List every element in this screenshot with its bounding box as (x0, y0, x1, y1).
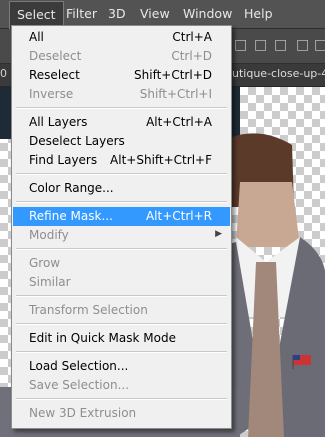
menu-item-shortcut: Alt+Ctrl+R (145, 209, 212, 223)
menu-item-label: Deselect Layers (29, 134, 125, 148)
menu-separator (16, 201, 227, 203)
menu-separator (16, 398, 227, 400)
menu-separator (16, 248, 227, 250)
menu-item-color-range[interactable]: Color Range... (13, 179, 230, 198)
menu-view[interactable]: View (133, 0, 177, 28)
menu-help[interactable]: Help (237, 0, 280, 28)
distribute-icon[interactable]: □ (296, 37, 309, 53)
menu-item-new-3d-extrusion: New 3D Extrusion (13, 404, 230, 423)
menu-item-label: All Layers (29, 115, 88, 129)
menu-item-label: Save Selection... (29, 378, 130, 392)
select-dropdown-menu: All Ctrl+A Deselect Ctrl+D Reselect Shif… (11, 25, 232, 429)
menu-item-label: Deselect (29, 49, 82, 63)
menu-item-label: Grow (29, 256, 61, 270)
menu-filter[interactable]: Filter (59, 0, 104, 28)
menu-separator (16, 107, 227, 109)
menu-item-label: Edit in Quick Mask Mode (29, 331, 176, 345)
menu-3d[interactable]: 3D (101, 0, 133, 28)
menu-item-label: Find Layers (29, 153, 98, 167)
menu-item-label: Similar (29, 275, 71, 289)
menu-item-shortcut: Ctrl+D (171, 49, 212, 63)
menu-separator (16, 173, 227, 175)
menu-item-transform-selection: Transform Selection (13, 301, 230, 320)
menu-item-shortcut: Shift+Ctrl+D (134, 68, 212, 82)
submenu-arrow-icon: ▶ (215, 229, 222, 239)
menu-item-find-layers[interactable]: Find Layers Alt+Shift+Ctrl+F (13, 151, 230, 170)
menu-item-label: Color Range... (29, 181, 114, 195)
menu-item-label: Load Selection... (29, 359, 129, 373)
align-left-icon[interactable]: □ (234, 37, 247, 53)
menu-item-label: New 3D Extrusion (29, 406, 137, 420)
distribute-more-icon[interactable]: □ (314, 37, 325, 53)
menu-item-reselect[interactable]: Reselect Shift+Ctrl+D (13, 66, 230, 85)
menu-item-inverse: Inverse Shift+Ctrl+I (13, 85, 230, 104)
menu-item-modify: Modify ▶ (13, 226, 230, 245)
menu-item-shortcut: Ctrl+A (172, 30, 212, 44)
align-center-icon[interactable]: □ (254, 37, 267, 53)
menu-item-all-layers[interactable]: All Layers Alt+Ctrl+A (13, 113, 230, 132)
menu-item-label: Transform Selection (29, 303, 148, 317)
menu-item-all[interactable]: All Ctrl+A (13, 28, 230, 47)
document-tab-title[interactable]: utique-close-up-4 (232, 67, 325, 80)
previous-tab-fragment[interactable]: 0 (0, 67, 7, 80)
menu-item-deselect: Deselect Ctrl+D (13, 47, 230, 66)
menu-item-quick-mask[interactable]: Edit in Quick Mask Mode (13, 329, 230, 348)
align-right-icon[interactable]: □ (274, 37, 287, 53)
menu-item-label: All (29, 30, 44, 44)
menu-item-shortcut: Alt+Shift+Ctrl+F (110, 153, 212, 167)
menu-item-shortcut: Alt+Ctrl+A (146, 115, 212, 129)
menu-item-label: Reselect (29, 68, 80, 82)
menu-window[interactable]: Window (176, 0, 239, 28)
menu-item-refine-mask[interactable]: Refine Mask... Alt+Ctrl+R (13, 207, 230, 226)
menu-separator (16, 323, 227, 325)
menu-item-grow: Grow (13, 254, 230, 273)
menu-separator (16, 295, 227, 297)
menu-item-save-selection: Save Selection... (13, 376, 230, 395)
menu-item-similar: Similar (13, 273, 230, 292)
menu-item-label: Refine Mask... (29, 209, 113, 223)
menu-item-label: Modify (29, 228, 69, 242)
menu-item-load-selection[interactable]: Load Selection... (13, 357, 230, 376)
menu-item-shortcut: Shift+Ctrl+I (139, 87, 212, 101)
menu-item-deselect-layers[interactable]: Deselect Layers (13, 132, 230, 151)
menu-separator (16, 351, 227, 353)
menu-item-label: Inverse (29, 87, 74, 101)
